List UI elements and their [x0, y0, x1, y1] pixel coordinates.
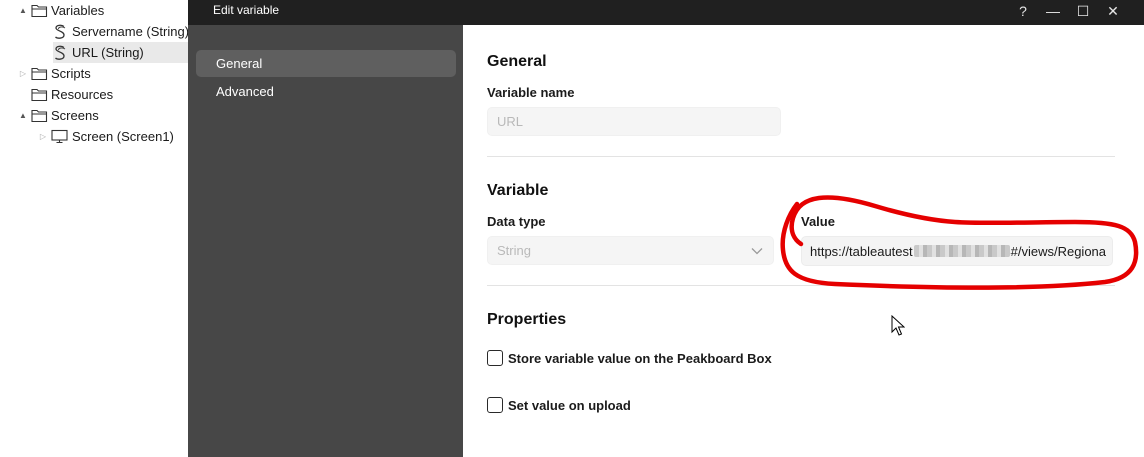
string-variable-icon [55, 24, 66, 39]
set-on-upload-checkbox[interactable] [487, 397, 503, 413]
data-type-label: Data type [487, 214, 546, 229]
variable-name-field: URL [487, 107, 781, 136]
tree-item-label: Servername (String) [72, 24, 190, 39]
tree-item-scripts[interactable]: ▷ Scripts [18, 63, 91, 84]
tree-item-label: Resources [51, 87, 114, 102]
edit-variable-dialog: Edit variable ? — ☐ ✕ General Advanced G… [188, 0, 1144, 457]
folder-icon [31, 67, 48, 81]
tree-item-label: URL (String) [72, 45, 144, 60]
nav-item-general[interactable]: General [196, 50, 456, 77]
section-title-properties: Properties [487, 311, 567, 328]
mouse-cursor-icon [891, 315, 905, 336]
nav-item-advanced[interactable]: Advanced [196, 78, 456, 105]
checkbox-label: Store variable value on the Peakboard Bo… [508, 350, 772, 366]
close-icon: ✕ [1107, 2, 1119, 19]
chevron-down-icon [751, 248, 763, 255]
value-text-suffix: #/views/Regiona [1010, 243, 1107, 259]
project-tree: ▲ Variables Servername (String) URL (Str… [0, 0, 190, 457]
tree-item-label: Scripts [51, 66, 91, 81]
string-variable-icon [55, 45, 66, 60]
tree-item-label: Variables [51, 3, 105, 18]
expand-toggle-icon[interactable]: ▲ [18, 6, 28, 15]
set-on-upload-checkbox-row[interactable]: Set value on upload [487, 397, 631, 413]
nav-item-label: Advanced [216, 84, 274, 99]
variable-name-label: Variable name [487, 85, 575, 100]
data-type-select: String [487, 236, 774, 265]
checkbox-label: Set value on upload [508, 397, 631, 413]
close-button[interactable]: ✕ [1098, 0, 1128, 22]
tree-item-servername[interactable]: Servername (String) [53, 21, 189, 42]
dialog-titlebar[interactable]: Edit variable ? — ☐ ✕ [188, 0, 1144, 25]
section-title-general: General [487, 53, 547, 70]
variable-name-value: URL [497, 114, 524, 129]
nav-item-label: General [216, 56, 263, 71]
value-label: Value [801, 214, 835, 229]
value-input[interactable]: https://tableautest #/views/Regiona [801, 236, 1113, 266]
expand-toggle-icon[interactable]: ▷ [38, 132, 48, 141]
value-text-prefix: https://tableautest [810, 243, 913, 259]
dialog-sidenav: General Advanced [188, 25, 463, 457]
expand-toggle-icon[interactable]: ▷ [18, 69, 28, 78]
help-button[interactable]: ? [1008, 0, 1038, 22]
maximize-button[interactable]: ☐ [1068, 0, 1098, 22]
folder-icon [31, 88, 48, 102]
tree-item-resources[interactable]: Resources [31, 84, 113, 105]
section-divider [487, 156, 1115, 157]
tree-item-label: Screens [51, 108, 99, 123]
tree-item-variables[interactable]: ▲ Variables [18, 0, 104, 21]
data-type-value: String [497, 243, 531, 258]
folder-icon [31, 4, 48, 18]
minimize-button[interactable]: — [1038, 0, 1068, 22]
store-on-box-checkbox[interactable] [487, 350, 503, 366]
section-divider [487, 285, 1115, 286]
redacted-text [913, 245, 1010, 257]
folder-icon [31, 109, 48, 123]
maximize-icon: ☐ [1076, 2, 1090, 19]
tree-item-screen1[interactable]: ▷ Screen (Screen1) [38, 126, 174, 147]
tree-item-label: Screen (Screen1) [72, 129, 174, 144]
tree-item-url[interactable]: URL (String) [53, 42, 190, 63]
expand-toggle-icon[interactable]: ▲ [18, 111, 28, 120]
monitor-icon [51, 129, 68, 144]
dialog-title: Edit variable [213, 3, 280, 17]
help-icon: ? [1019, 3, 1027, 19]
section-title-variable: Variable [487, 182, 549, 199]
dialog-content: General Variable name URL Variable Data … [463, 25, 1144, 457]
tree-item-screens[interactable]: ▲ Screens [18, 105, 99, 126]
store-on-box-checkbox-row[interactable]: Store variable value on the Peakboard Bo… [487, 350, 772, 366]
minimize-icon: — [1046, 3, 1060, 19]
